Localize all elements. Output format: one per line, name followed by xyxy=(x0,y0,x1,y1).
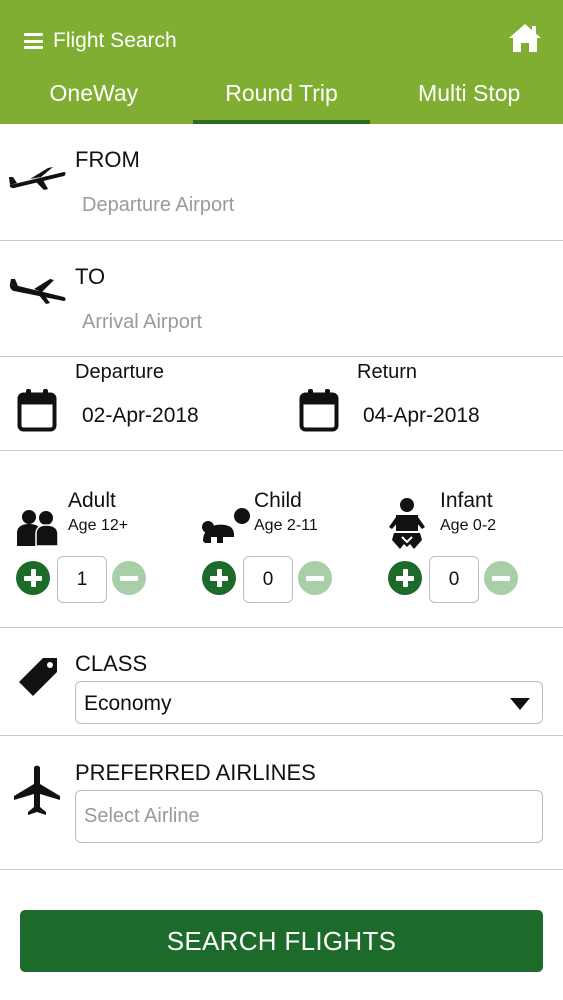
calendar-icon xyxy=(17,389,57,432)
plane-landing-icon xyxy=(9,279,66,304)
adult-age-label: Age 12+ xyxy=(68,517,129,534)
tab-oneway[interactable]: OneWay xyxy=(0,80,188,124)
return-date-label: Return xyxy=(357,361,418,383)
child-label: Child xyxy=(254,489,302,512)
divider xyxy=(0,356,563,357)
infant-age-label: Age 0-2 xyxy=(440,517,497,534)
infant-count-field[interactable]: 0 xyxy=(429,556,479,603)
divider xyxy=(0,869,563,870)
tab-round-trip[interactable]: Round Trip xyxy=(188,80,376,124)
infant-increment-button[interactable] xyxy=(388,561,422,595)
infant-baby-icon xyxy=(389,498,425,549)
child-count-field[interactable]: 0 xyxy=(243,556,293,603)
calendar-icon xyxy=(299,389,339,432)
home-icon[interactable] xyxy=(508,23,542,53)
return-date-field[interactable]: 04-Apr-2018 xyxy=(363,404,480,428)
child-age-label: Age 2-11 xyxy=(254,517,318,534)
app-header: Flight Search OneWay Round Trip Multi St… xyxy=(0,0,563,124)
departure-airport-input[interactable]: Departure Airport xyxy=(82,194,234,217)
infant-label: Infant xyxy=(440,489,493,512)
page-title: Flight Search xyxy=(53,29,177,52)
top-bar: Flight Search xyxy=(0,0,563,80)
adult-people-icon xyxy=(17,510,59,547)
airlines-label: PREFERRED AIRLINES xyxy=(75,760,316,785)
class-select[interactable]: Economy xyxy=(75,681,543,724)
departure-date-label: Departure xyxy=(75,361,164,383)
child-crawling-icon xyxy=(202,508,250,543)
divider xyxy=(0,240,563,241)
plane-takeoff-icon xyxy=(9,167,66,190)
infant-decrement-button[interactable] xyxy=(484,561,518,595)
to-label: TO xyxy=(75,264,106,289)
divider xyxy=(0,450,563,451)
tab-multi-stop[interactable]: Multi Stop xyxy=(375,80,563,124)
class-label: CLASS xyxy=(75,651,148,676)
class-selected-value: Economy xyxy=(84,692,172,715)
adult-label: Adult xyxy=(68,489,116,512)
select-airline-input[interactable] xyxy=(75,790,543,843)
adult-decrement-button[interactable] xyxy=(112,561,146,595)
child-increment-button[interactable] xyxy=(202,561,236,595)
chevron-down-icon xyxy=(510,698,530,710)
divider xyxy=(0,735,563,736)
departure-date-field[interactable]: 02-Apr-2018 xyxy=(82,404,199,428)
divider xyxy=(0,627,563,628)
arrival-airport-input[interactable]: Arrival Airport xyxy=(82,311,202,334)
adult-count-field[interactable]: 1 xyxy=(57,556,107,603)
adult-increment-button[interactable] xyxy=(16,561,50,595)
trip-type-tabs: OneWay Round Trip Multi Stop xyxy=(0,80,563,124)
tag-icon xyxy=(19,658,57,696)
child-decrement-button[interactable] xyxy=(298,561,332,595)
search-flights-button[interactable]: SEARCH FLIGHTS xyxy=(20,910,543,972)
hamburger-menu-icon[interactable] xyxy=(24,33,43,49)
from-label: FROM xyxy=(75,147,140,172)
airplane-icon xyxy=(14,765,60,815)
